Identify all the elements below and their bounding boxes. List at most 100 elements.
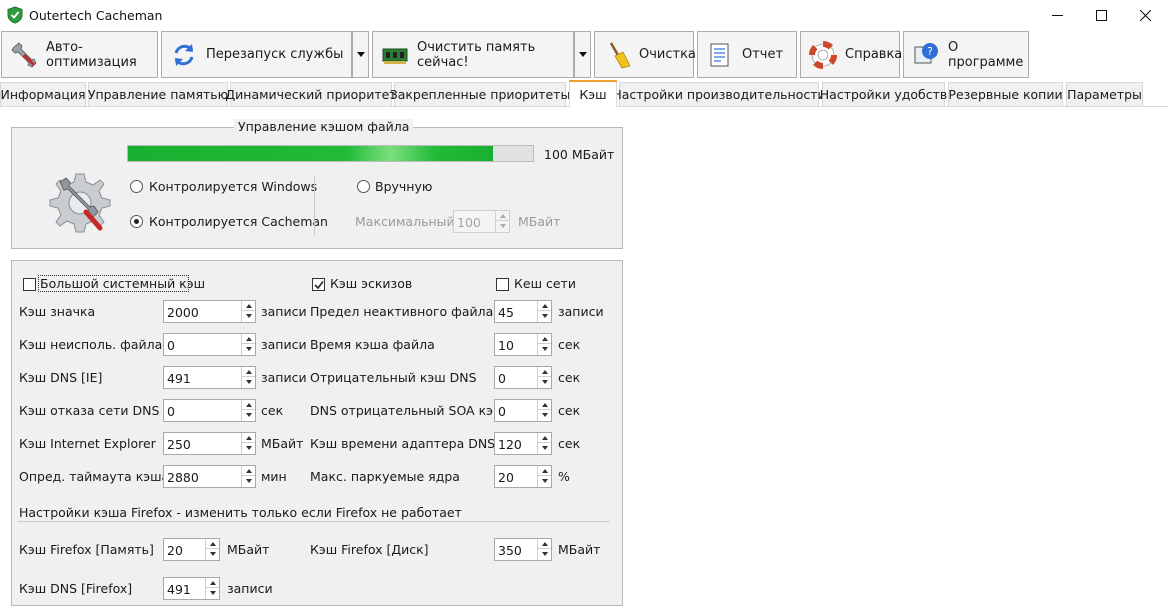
dns-adapter-cache-stepper[interactable]: 120 <box>494 432 552 455</box>
dns-adapter-cache-label: Кэш времени адаптера DNS <box>310 436 496 451</box>
report-label: Отчет <box>742 47 784 62</box>
stepper-down-icon[interactable] <box>538 410 551 420</box>
max-cache-stepper[interactable]: 100 <box>453 210 510 233</box>
tab-memory[interactable]: Управление памятью <box>88 82 228 106</box>
help-button[interactable]: Справка <box>800 31 903 78</box>
max-parked-cores-unit: % <box>558 469 570 484</box>
window-title: Outertech Cacheman <box>29 8 163 23</box>
stepper-up-icon[interactable] <box>538 539 551 549</box>
firefox-disk-label: Кэш Firefox [Диск] <box>310 542 429 557</box>
inactive-file-limit-label: Предел неактивного файла <box>310 304 494 319</box>
restart-service-label: Перезапуск службы <box>206 47 344 62</box>
file-cache-time-stepper[interactable]: 10 <box>494 333 552 356</box>
max-parked-cores-stepper[interactable]: 20 <box>494 465 552 488</box>
dns-failure-cache-stepper[interactable]: 0 <box>163 399 256 422</box>
cache-settings-group: Большой системный кэш Кэш эскизов Кеш се… <box>11 260 623 606</box>
stepper-up-icon[interactable] <box>538 433 551 443</box>
stepper-up-icon[interactable] <box>538 301 551 311</box>
free-memory-dropdown[interactable] <box>574 31 591 78</box>
stepper-up-icon[interactable] <box>538 334 551 344</box>
stepper-down-icon[interactable] <box>538 311 551 321</box>
stepper-down-icon[interactable] <box>242 476 255 486</box>
free-memory-button[interactable]: Очистить память сейчас! <box>372 31 574 78</box>
tab-dynamic-priority[interactable]: Динамический приоритет <box>225 82 397 106</box>
restart-service-dropdown[interactable] <box>352 31 369 78</box>
focus-rectangle <box>38 275 189 292</box>
tab-convenience[interactable]: Настройки удобств <box>820 82 947 106</box>
stepper-down-icon[interactable] <box>538 344 551 354</box>
stepper-down-icon[interactable] <box>538 476 551 486</box>
tab-cache[interactable]: Кэш <box>569 80 617 107</box>
close-button[interactable] <box>1122 0 1168 30</box>
maximize-button[interactable] <box>1078 0 1124 30</box>
stepper-down-icon[interactable] <box>496 221 509 231</box>
stepper-up-icon[interactable] <box>242 400 255 410</box>
inactive-file-limit-stepper[interactable]: 45 <box>494 300 552 323</box>
about-button[interactable]: ? О программе <box>903 31 1029 78</box>
lifebuoy-icon <box>809 40 837 69</box>
stepper-up-icon[interactable] <box>496 211 509 221</box>
stepper-down-icon[interactable] <box>242 377 255 387</box>
close-icon <box>1139 9 1151 21</box>
stepper-up-icon[interactable] <box>242 367 255 377</box>
stepper-down-icon[interactable] <box>242 344 255 354</box>
stepper-down-icon[interactable] <box>242 410 255 420</box>
large-system-cache-checkbox[interactable] <box>23 278 36 291</box>
tab-parameters[interactable]: Параметры <box>1066 82 1143 106</box>
dns-soa-cache-stepper[interactable]: 0 <box>494 399 552 422</box>
wrench-icon <box>11 41 37 67</box>
stepper-down-icon[interactable] <box>206 549 219 559</box>
stepper-up-icon[interactable] <box>242 466 255 476</box>
restart-service-button[interactable]: Перезапуск службы <box>161 31 352 78</box>
settings-gear-icon <box>49 173 111 233</box>
negative-dns-cache-stepper[interactable]: 0 <box>494 366 552 389</box>
stepper-up-icon[interactable] <box>538 400 551 410</box>
stepper-up-icon[interactable] <box>538 466 551 476</box>
max-cache-value: 100 <box>457 215 481 230</box>
cacheman-controlled-radio[interactable] <box>130 215 143 228</box>
help-label: Справка <box>845 47 903 62</box>
icon-cache-stepper[interactable]: 2000 <box>163 300 256 323</box>
tab-info[interactable]: Информация <box>0 82 86 106</box>
stepper-down-icon[interactable] <box>538 443 551 453</box>
tab-performance[interactable]: Настройки производительности <box>612 82 826 106</box>
dns-ie-cache-stepper[interactable]: 491 <box>163 366 256 389</box>
icon-cache-label: Кэш значка <box>19 304 96 319</box>
thumbnail-cache-checkbox[interactable] <box>312 278 325 291</box>
tab-fixed-priorities[interactable]: Закрепленные приоритеты <box>390 82 570 106</box>
firefox-memory-stepper[interactable]: 20 <box>163 538 220 561</box>
stepper-down-icon[interactable] <box>206 588 219 598</box>
dns-soa-cache-label: DNS отрицательный SOA кэш <box>310 403 505 418</box>
stepper-up-icon[interactable] <box>242 301 255 311</box>
auto-optimize-button[interactable]: Авто-оптимизация <box>1 31 158 78</box>
stepper-down-icon[interactable] <box>242 311 255 321</box>
minimize-button[interactable] <box>1034 0 1080 30</box>
stepper-down-icon[interactable] <box>242 443 255 453</box>
maximize-icon <box>1095 9 1107 21</box>
manual-label: Вручную <box>375 179 433 194</box>
stepper-up-icon[interactable] <box>206 539 219 549</box>
network-cache-checkbox[interactable] <box>496 278 509 291</box>
stepper-down-icon[interactable] <box>538 377 551 387</box>
max-label: Максимальный <box>355 214 455 229</box>
report-button[interactable]: Отчет <box>697 31 797 78</box>
stepper-up-icon[interactable] <box>538 367 551 377</box>
auto-optimize-label: Авто-оптимизация <box>46 39 137 70</box>
stepper-up-icon[interactable] <box>242 334 255 344</box>
shield-icon <box>7 6 23 24</box>
toolbar: Авто-оптимизация Перезапуск службы Очист… <box>0 30 1168 80</box>
ie-cache-stepper[interactable]: 250 <box>163 432 256 455</box>
cache-timeout-stepper[interactable]: 2880 <box>163 465 256 488</box>
firefox-disk-stepper[interactable]: 350 <box>494 538 552 561</box>
windows-controlled-radio[interactable] <box>130 180 143 193</box>
unused-file-cache-stepper[interactable]: 0 <box>163 333 256 356</box>
firefox-dns-unit: записи <box>227 581 273 596</box>
dns-failure-cache-label: Кэш отказа сети DNS <box>19 403 160 418</box>
firefox-dns-stepper[interactable]: 491 <box>163 577 220 600</box>
stepper-up-icon[interactable] <box>242 433 255 443</box>
tab-backups[interactable]: Резервные копии <box>948 82 1063 106</box>
stepper-up-icon[interactable] <box>206 578 219 588</box>
manual-radio[interactable] <box>357 180 370 193</box>
cleanup-button[interactable]: Очистка <box>594 31 696 78</box>
stepper-down-icon[interactable] <box>538 549 551 559</box>
